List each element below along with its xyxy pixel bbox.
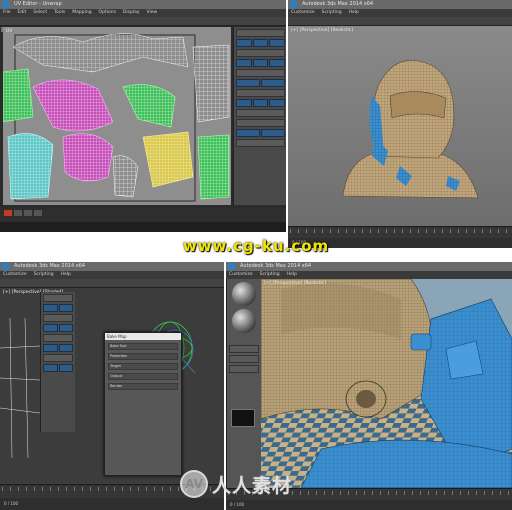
rollout-edit-uvs[interactable] bbox=[236, 49, 285, 57]
menu-options[interactable]: Options bbox=[99, 10, 116, 15]
screenshot-head-model: Autodesk 3ds Max 2014 x64 Customize Scrip… bbox=[288, 0, 512, 248]
color-swatch[interactable] bbox=[231, 409, 255, 427]
rollout-selection[interactable] bbox=[236, 29, 285, 37]
menu-bar: Customize Scripting Help bbox=[288, 9, 512, 17]
dialog-row[interactable]: Bake Tool bbox=[108, 343, 178, 350]
dialog-row[interactable]: Target bbox=[108, 363, 178, 370]
head-model-graphic bbox=[342, 59, 479, 199]
menu-select[interactable]: Select bbox=[33, 10, 47, 15]
menu-help[interactable]: Help bbox=[61, 272, 71, 277]
menu-bar: File Edit Select Tools Mapping Options Display… bbox=[0, 9, 286, 17]
button-row bbox=[236, 79, 285, 87]
status-bar: 0 / 100 bbox=[226, 500, 512, 510]
dialog-row[interactable]: Output bbox=[108, 373, 178, 380]
window-titlebar: Autodesk 3ds Max 2014 x64 bbox=[288, 0, 512, 9]
uv-command-panel bbox=[233, 27, 286, 205]
rollout-explode[interactable] bbox=[236, 69, 285, 77]
menu-customize[interactable]: Customize bbox=[291, 10, 315, 15]
app-logo-icon bbox=[290, 1, 297, 8]
window-titlebar: Autodesk 3ds Max 2014 x64 bbox=[0, 262, 224, 271]
rollout-weld[interactable] bbox=[236, 89, 285, 97]
perspective-viewport[interactable]: [+] [Perspective] [Realistic] bbox=[288, 26, 512, 226]
menu-view[interactable]: View bbox=[147, 10, 158, 15]
menu-file[interactable]: File bbox=[3, 10, 11, 15]
rollout-stitch[interactable] bbox=[236, 139, 285, 147]
uv-viewport[interactable]: UV bbox=[2, 27, 231, 205]
uv-layout-graphic bbox=[2, 27, 231, 205]
window-title: Autodesk 3ds Max 2014 x64 bbox=[302, 1, 374, 7]
window-title: Autodesk 3ds Max 2014 x64 bbox=[14, 263, 86, 269]
uv-toolbar bbox=[0, 17, 286, 32]
menu-display[interactable]: Display bbox=[123, 10, 140, 15]
rollout-arrange[interactable] bbox=[236, 119, 285, 127]
command-panel bbox=[40, 292, 75, 432]
material-panel bbox=[226, 279, 261, 488]
menu-scripting[interactable]: Scripting bbox=[34, 272, 54, 277]
taskbar bbox=[0, 222, 286, 232]
status-bar: 0 / 100 bbox=[0, 498, 224, 510]
frame-counter: 0 / 100 bbox=[230, 502, 245, 507]
frame-counter: 0 / 100 bbox=[4, 501, 19, 506]
dialog-row[interactable]: Projection bbox=[108, 353, 178, 360]
av-logo-icon: AV bbox=[180, 470, 208, 498]
button-row bbox=[236, 59, 286, 67]
viewport-label: UV bbox=[6, 29, 13, 34]
viewport-label: [+] [Perspective] [Realistic] bbox=[264, 281, 327, 286]
window-titlebar: Autodesk 3ds Max 2014 x64 bbox=[226, 262, 512, 271]
app-logo-icon bbox=[2, 1, 9, 8]
menu-mapping[interactable]: Mapping bbox=[72, 10, 91, 15]
menu-tools[interactable]: Tools bbox=[54, 10, 65, 15]
dialog-row[interactable]: Render bbox=[108, 383, 178, 390]
menu-scripting[interactable]: Scripting bbox=[260, 272, 280, 277]
menu-scripting[interactable]: Scripting bbox=[322, 10, 342, 15]
window-titlebar: UV Editor - Unwrap bbox=[0, 0, 286, 9]
checker-model-graphic bbox=[260, 278, 512, 489]
button-row bbox=[236, 99, 286, 107]
menu-bar: Customize Scripting Help bbox=[0, 271, 224, 279]
viewport-label: [+] [Perspective] [Realistic] bbox=[291, 28, 354, 33]
rollout-peel[interactable] bbox=[236, 109, 285, 117]
window-title: Autodesk 3ds Max 2014 x64 bbox=[240, 263, 312, 269]
main-toolbar bbox=[288, 17, 512, 32]
menu-bar: Customize Scripting Help bbox=[226, 271, 512, 279]
window-title: UV Editor - Unwrap bbox=[14, 1, 62, 7]
bake-dialog: Bake Map Bake Tool Projection Target Out… bbox=[104, 332, 182, 476]
uv-status-bar bbox=[0, 208, 286, 222]
button-row bbox=[236, 39, 286, 47]
menu-help[interactable]: Help bbox=[349, 10, 359, 15]
menu-customize[interactable]: Customize bbox=[229, 272, 253, 277]
main-toolbar bbox=[0, 279, 224, 294]
wireframe-viewport[interactable]: [+] [Perspective] [Shaded] Bake Map Bake… bbox=[0, 288, 224, 484]
button-row bbox=[236, 129, 285, 137]
perspective-viewport[interactable]: [+] [Perspective] [Realistic] bbox=[260, 278, 512, 489]
menu-customize[interactable]: Customize bbox=[3, 272, 27, 277]
record-icon[interactable] bbox=[4, 210, 12, 216]
watermark-logo: AV 人人素材 bbox=[180, 470, 292, 498]
material-spheres bbox=[232, 282, 256, 333]
uv-editor-window: UV Editor - Unwrap File Edit Select Tools Ma… bbox=[0, 0, 286, 232]
app-logo-icon bbox=[228, 263, 235, 270]
watermark-url: www.cg-ku.com bbox=[182, 237, 330, 255]
screenshot-uv-editor: UV Editor - Unwrap File Edit Select Tools Ma… bbox=[0, 0, 286, 232]
app-logo-icon bbox=[2, 263, 9, 270]
menu-help[interactable]: Help bbox=[287, 272, 297, 277]
menu-edit[interactable]: Edit bbox=[18, 10, 27, 15]
watermark-text: 人人素材 bbox=[212, 474, 293, 497]
dialog-title: Bake Map bbox=[105, 333, 181, 340]
